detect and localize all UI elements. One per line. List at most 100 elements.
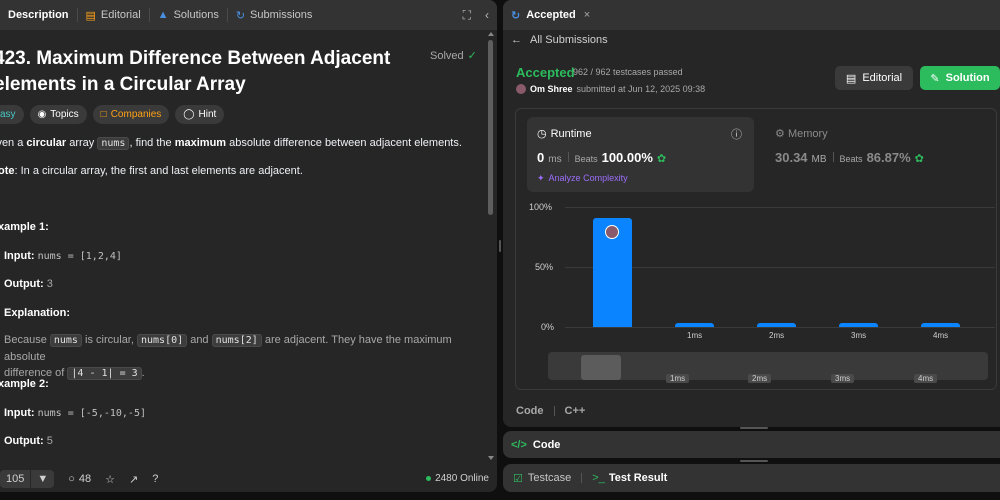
inline-code: nums[2]: [211, 334, 262, 347]
x-tick-label: 2ms: [769, 331, 785, 340]
scrollbar-thumb[interactable]: [488, 40, 493, 215]
share-button[interactable]: ↗: [129, 473, 138, 486]
chart-bar[interactable]: [757, 323, 796, 327]
value-separator: [553, 406, 555, 416]
solution-button[interactable]: ✎ Solution: [920, 66, 1000, 90]
editorial-button[interactable]: ▤ Editorial: [835, 66, 913, 90]
online-label: 2480 Online: [435, 473, 489, 484]
code-language-row: Code C++: [516, 405, 585, 417]
tab-testcase[interactable]: Testcase: [528, 472, 571, 484]
collapse-icon[interactable]: ‹: [485, 8, 489, 23]
chart-bar[interactable]: [921, 323, 960, 327]
problem-title: 423. Maximum Difference Between Adjacent…: [0, 46, 394, 98]
desc-text: , find the: [129, 137, 175, 149]
runtime-label: Runtime: [550, 127, 592, 140]
inline-code: nums: [97, 137, 130, 150]
desc-text: array: [66, 137, 98, 149]
code-panel-header[interactable]: </> Code: [503, 431, 1000, 458]
share-icon: ↗: [129, 473, 139, 486]
language-label: C++: [564, 405, 586, 417]
thumbs-down-icon: ▼: [37, 473, 49, 485]
gridline: [565, 327, 995, 328]
desc-text: iven a: [0, 137, 24, 149]
scroll-up-icon[interactable]: [488, 32, 494, 36]
submission-tabbar: ↻ Accepted ×: [503, 0, 1000, 30]
back-to-submissions[interactable]: ← All Submissions: [511, 34, 608, 46]
back-label: All Submissions: [530, 34, 608, 46]
leetcode-bug-icon: ✿: [656, 153, 667, 165]
author-name[interactable]: Om Shree: [530, 84, 573, 94]
companies-tag[interactable]: □ Companies: [92, 105, 170, 124]
close-tab-button[interactable]: ×: [584, 9, 590, 21]
note-text: : In a circular array, the first and las…: [14, 165, 303, 177]
testcases-passed: 962 / 962 testcases passed: [573, 67, 683, 77]
comments-button[interactable]: ○ 48: [68, 473, 91, 485]
example-2-output: Output: 5: [4, 433, 53, 449]
y-tick-label: 0%: [541, 322, 555, 332]
runtime-beats-label: Beats: [574, 154, 598, 164]
memory-title[interactable]: ⚙ Memory: [775, 127, 828, 140]
problem-description: iven a circular array nums, find the max…: [0, 135, 462, 152]
solved-indicator: Solved ✓: [430, 49, 477, 63]
topics-label: Topics: [50, 109, 79, 120]
dislike-button[interactable]: ▼: [31, 470, 55, 488]
avatar: [605, 224, 619, 239]
value-separator: [581, 473, 583, 483]
chart-range-slider[interactable]: 1ms 2ms 3ms 4ms: [548, 352, 988, 383]
vertical-resize-handle[interactable]: [740, 427, 768, 429]
expl-text: .: [141, 367, 145, 379]
memory-value: 30.34: [775, 150, 808, 165]
history-icon: ↻: [511, 9, 521, 22]
test-panel-header: ☑ Testcase >_ Test Result: [503, 464, 1000, 492]
edit-icon: ✎: [930, 72, 940, 85]
runtime-title: ◷ Runtime: [537, 127, 592, 141]
range-selection-handle[interactable]: [581, 355, 621, 380]
tab-editorial-label: Editorial: [100, 9, 141, 21]
star-icon: ☆: [105, 473, 116, 486]
checkbox-icon: ☑: [513, 472, 523, 485]
x-tick-label: 4ms: [933, 331, 949, 340]
analyze-complexity-button[interactable]: ✦ Analyze Complexity: [537, 173, 628, 184]
comment-count: 48: [78, 473, 92, 485]
hint-tag[interactable]: ◯ Hint: [175, 105, 225, 124]
example-1-input: Input: nums = [1,2,4]: [4, 248, 122, 265]
lightbulb-icon: ◯: [183, 109, 195, 120]
favorite-button[interactable]: ☆: [105, 473, 115, 486]
tab-submissions[interactable]: ↻ Submissions: [228, 0, 321, 30]
tab-description[interactable]: Description: [0, 0, 77, 30]
output-label: Output:: [4, 278, 44, 290]
memory-beats-label: Beats: [839, 154, 863, 164]
expand-icon[interactable]: ⛶: [463, 8, 471, 23]
comment-icon: ○: [68, 473, 75, 485]
tab-solutions[interactable]: ▲ Solutions: [150, 0, 227, 30]
example-1-explanation: Because nums is circular, nums[0] and nu…: [4, 332, 474, 382]
info-icon[interactable]: ⓘ: [731, 126, 742, 142]
y-tick-label: 50%: [535, 262, 554, 272]
help-button[interactable]: ?: [152, 473, 158, 485]
question-icon: ?: [152, 473, 159, 485]
runtime-box[interactable]: ◷ Runtime ⓘ 0 ms Beats 100.00% ✿ ✦ Analy…: [527, 117, 754, 192]
book-icon: ▤: [845, 72, 857, 85]
tab-test-result[interactable]: Test Result: [609, 472, 667, 484]
memory-unit: MB: [811, 154, 827, 165]
like-button[interactable]: 105: [0, 470, 31, 488]
avatar[interactable]: [516, 84, 526, 94]
editorial-button-label: Editorial: [862, 72, 903, 84]
chart-bar[interactable]: [839, 323, 878, 327]
output-label: Output:: [4, 435, 44, 447]
code-icon: </>: [511, 438, 527, 451]
tab-editorial[interactable]: ▤ Editorial: [78, 0, 149, 30]
scroll-down-icon[interactable]: [488, 456, 494, 460]
panel-resize-handle[interactable]: [499, 240, 501, 252]
expl-text: is circular,: [81, 334, 137, 346]
title-line-2: elements in a Circular Array: [0, 74, 246, 95]
tab-solutions-label: Solutions: [173, 9, 219, 21]
online-count: 2480 Online: [426, 473, 489, 484]
topics-tag[interactable]: ◉ Topics: [29, 105, 87, 124]
tab-accepted[interactable]: Accepted: [526, 9, 576, 21]
tab-description-label: Description: [8, 9, 69, 21]
mini-x-label: 3ms: [831, 374, 855, 383]
chart-bar[interactable]: [675, 323, 714, 327]
vertical-resize-handle[interactable]: [740, 460, 768, 462]
code-panel-title: Code: [532, 438, 561, 451]
